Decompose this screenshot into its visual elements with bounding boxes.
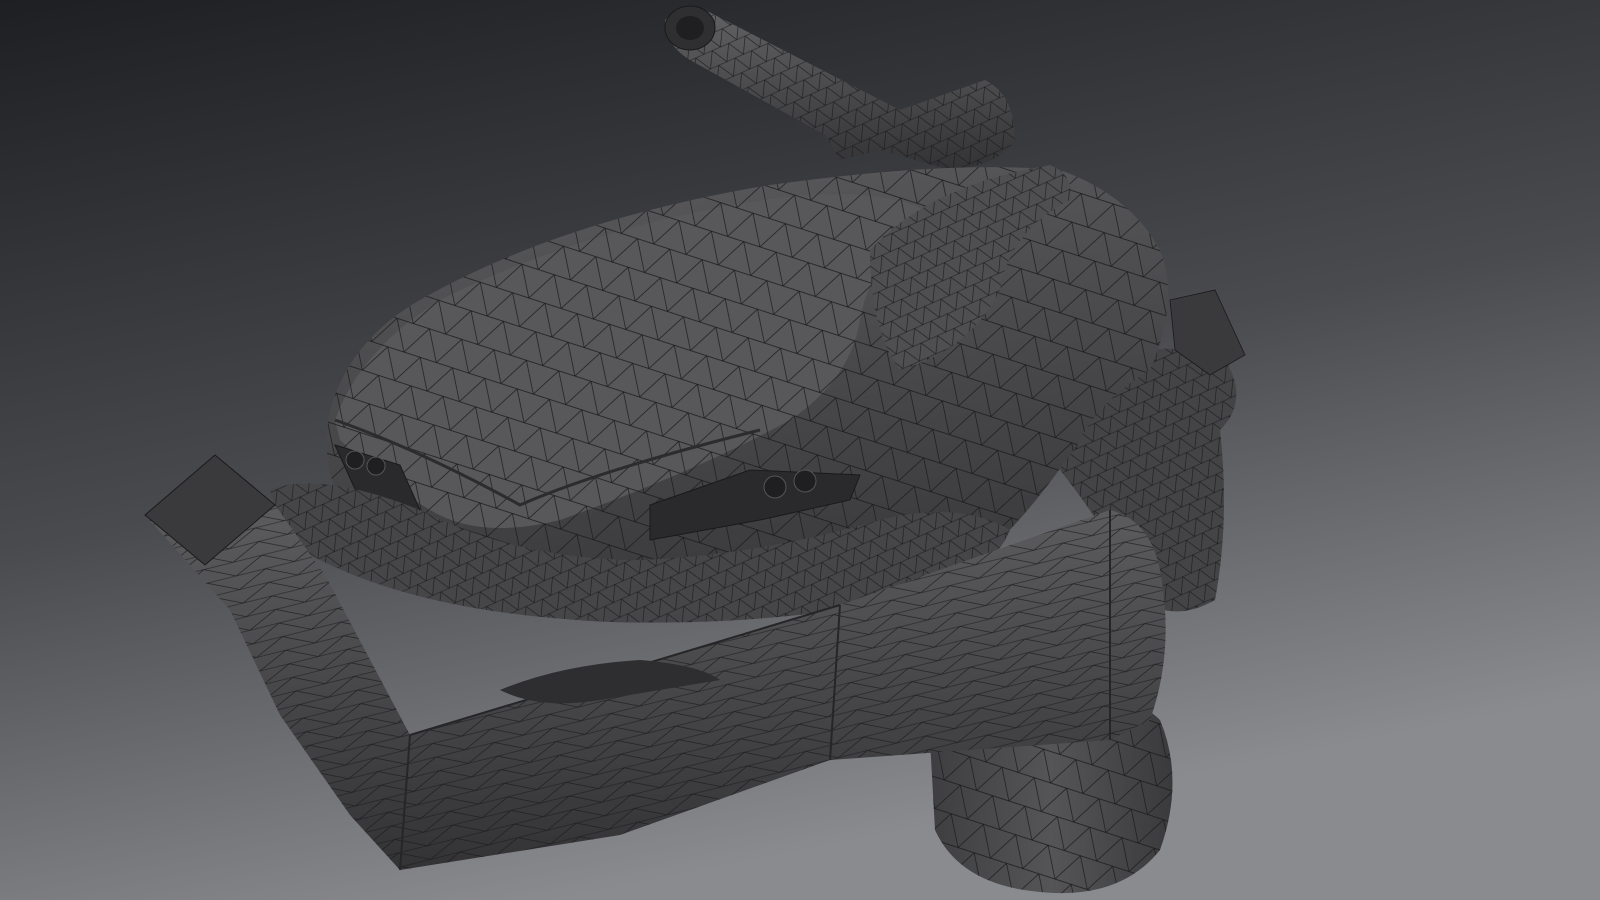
viewport-canvas[interactable] xyxy=(0,0,1600,900)
3d-viewport[interactable] xyxy=(0,0,1600,900)
